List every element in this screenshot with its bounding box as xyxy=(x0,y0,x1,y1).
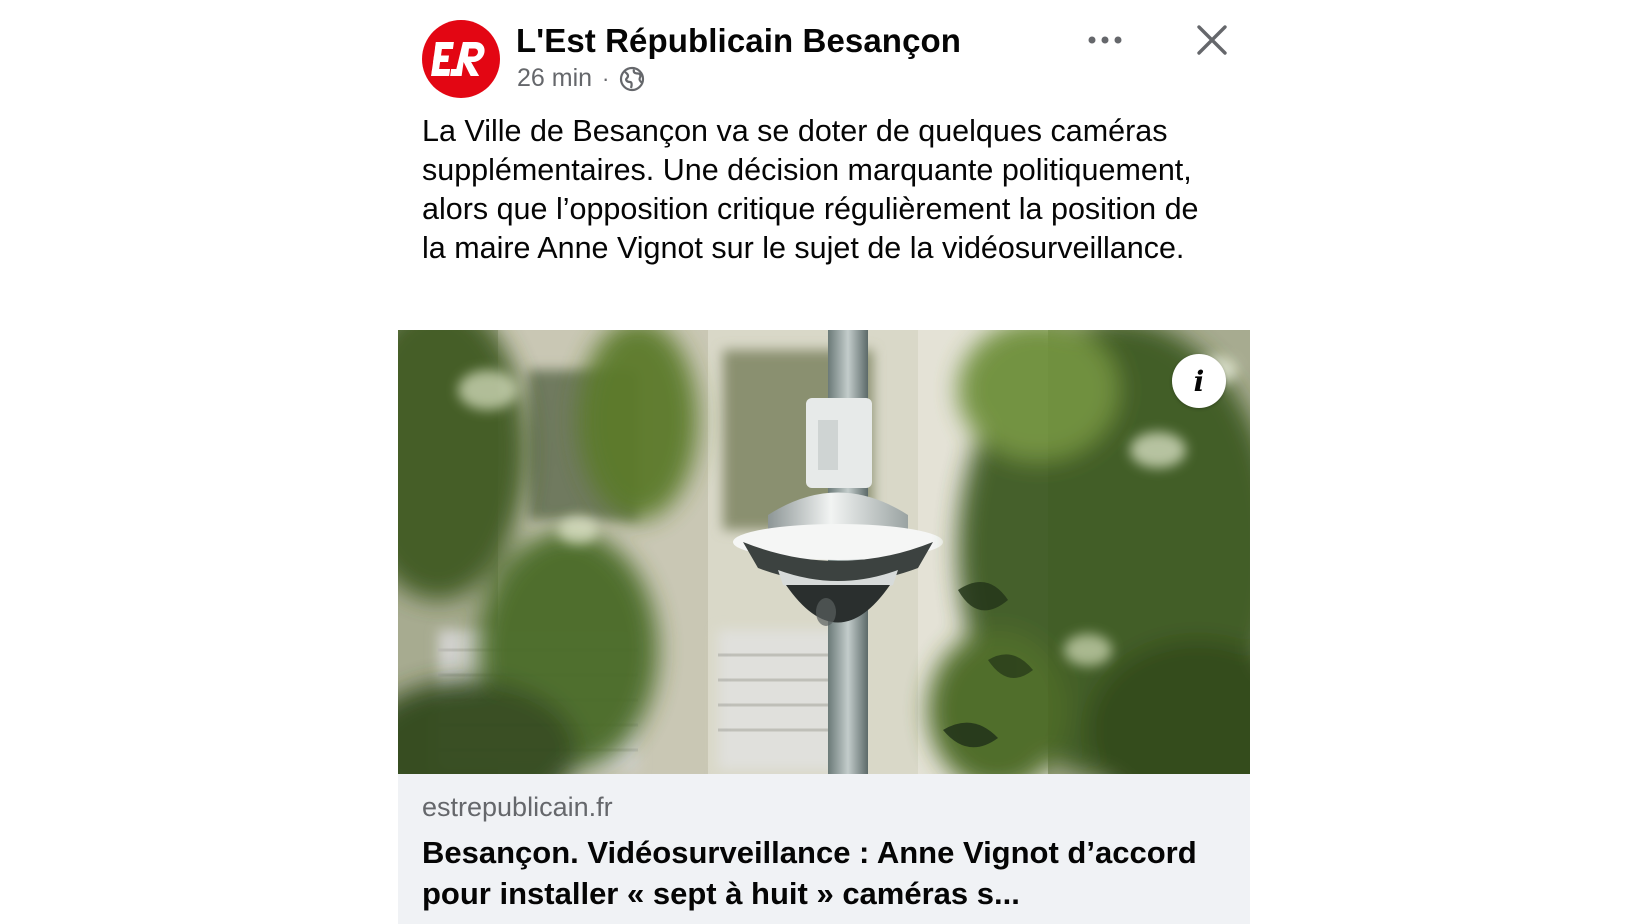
close-button[interactable] xyxy=(1190,18,1234,62)
post-time[interactable]: 26 min xyxy=(517,64,592,93)
surveillance-camera-photo xyxy=(398,330,1250,774)
close-icon xyxy=(1197,25,1227,55)
post-caption: La Ville de Besançon va se doter de quel… xyxy=(422,114,1199,265)
more-dots-icon xyxy=(1088,36,1122,44)
link-preview-image[interactable]: i xyxy=(398,330,1250,774)
link-domain: estrepublicain.fr xyxy=(422,792,613,822)
globe-icon xyxy=(619,66,645,92)
facebook-post: L'Est Républicain Besançon 26 min · La V… xyxy=(398,0,1250,924)
link-headline[interactable]: Besançon. Vidéosurveillance : Anne Vigno… xyxy=(422,832,1222,914)
info-button[interactable]: i xyxy=(1172,354,1226,408)
post-meta: 26 min · xyxy=(517,64,645,93)
page-avatar[interactable] xyxy=(422,20,500,98)
meta-separator: · xyxy=(602,65,610,91)
more-options-button[interactable] xyxy=(1078,20,1132,60)
er-logo-icon xyxy=(431,42,485,76)
link-preview-footer[interactable]: estrepublicain.fr Besançon. Vidéosurveil… xyxy=(398,774,1250,924)
page-name[interactable]: L'Est Républicain Besançon xyxy=(516,22,961,60)
